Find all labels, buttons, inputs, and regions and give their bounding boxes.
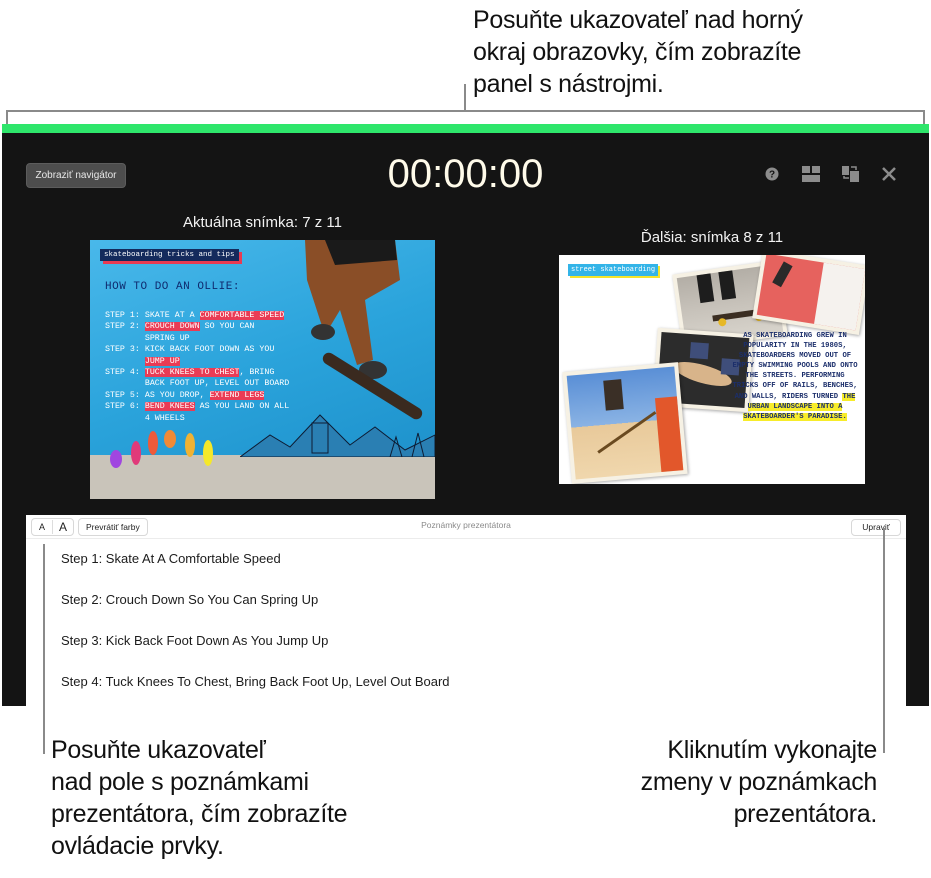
callout-line: prezentátora. [733, 800, 878, 828]
slide-step-line: STEP 5: AS YOU DROP, EXTEND LEGS [105, 390, 289, 401]
step-prefix: STEP 3: [105, 345, 145, 355]
slide-tag: street skateboarding [568, 264, 659, 276]
step-highlight: EXTEND LEGS [209, 390, 265, 400]
step-text: AS YOU LAND ON ALL [194, 402, 290, 412]
step-text: KICK BACK FOOT DOWN AS YOU [144, 345, 275, 355]
slide-step-line: STEP 2: CROUCH DOWN SO YOU CAN [105, 321, 289, 332]
presenter-display: Zobraziť navigátor 00:00:00 ? Aktuálna s… [2, 124, 929, 706]
step-prefix [105, 414, 145, 423]
slide-step-line: 4 WHEELS [105, 413, 289, 424]
current-slide-label: Aktuálna snímka: 7 z 11 [183, 214, 342, 231]
slide-steps: STEP 1: SKATE AT A COMFORTABLE SPEED STEP… [105, 310, 289, 424]
step-prefix: STEP 6: [105, 402, 145, 412]
callout-line: Kliknutím vykonajte [667, 736, 877, 764]
callout-line: prezentátora, čím zobrazíte [51, 800, 348, 828]
callout-toolbar-hint: Posuňte ukazovateľ nad horný okraj obraz… [473, 4, 913, 100]
swap-displays-icon[interactable] [840, 164, 860, 184]
step-prefix: STEP 1: [105, 311, 145, 320]
slide-step-line: STEP 1: SKATE AT A COMFORTABLE SPEED [105, 310, 289, 321]
step-highlight: TUCK KNEES TO CHEST [144, 368, 240, 378]
slide-tag: skateboarding tricks and tips [100, 249, 239, 261]
step-text: SO YOU CAN [199, 322, 255, 332]
step-highlight: BEND KNEES [144, 402, 195, 412]
slide-step-line: STEP 6: BEND KNEES AS YOU LAND ON ALL [105, 401, 289, 412]
notes-toolbar: A A Prevrátiť farby Poznámky prezentátor… [26, 515, 906, 539]
toolbar-icons: ? [762, 164, 899, 184]
note-line: Step 2: Crouch Down So You Can Spring Up [61, 592, 319, 607]
edit-notes-button[interactable]: Upraviť [851, 519, 901, 536]
slide-step-line: BACK FOOT UP, LEVEL OUT BOARD [105, 378, 289, 389]
skater-photo [305, 240, 400, 379]
callout-notes-controls-hint: Posuňte ukazovateľ nad pole s poznámkami… [51, 734, 431, 862]
callout-line: nad pole s poznámkami [51, 768, 309, 796]
step-text: BACK FOOT UP, LEVEL OUT BOARD [144, 379, 290, 389]
paragraph-text: AS SKATEBOARDING GREW IN POPULARITY IN T… [732, 332, 858, 401]
callout-leader-line [883, 528, 885, 753]
ready-status-bar [2, 124, 929, 133]
callout-line: Posuňte ukazovateľ nad horný [473, 6, 803, 34]
slide-paragraph: AS SKATEBOARDING GREW IN POPULARITY IN T… [731, 331, 859, 422]
notes-title: Poznámky prezentátora [421, 520, 511, 530]
callout-line: panel s nástrojmi. [473, 70, 664, 98]
callout-line: zmeny v poznámkach [640, 768, 878, 796]
step-text: , BRING [239, 368, 275, 378]
step-highlight: JUMP UP [144, 356, 180, 366]
callout-line: okraj obrazovky, čím zobrazíte [473, 38, 802, 66]
next-slide-label: Ďalšia: snímka 8 z 11 [640, 229, 784, 246]
step-text: 4 WHEELS [144, 413, 185, 423]
step-prefix [105, 379, 145, 388]
presenter-notes-panel[interactable]: A A Prevrátiť farby Poznámky prezentátor… [26, 515, 906, 706]
slide-step-line: SPRING UP [105, 333, 289, 344]
next-slide-preview: street skateboarding AS SKATEBOARDING GR… [559, 255, 865, 484]
note-line: Step 1: Skate At A Comfortable Speed [61, 551, 281, 566]
step-prefix: STEP 5: [105, 390, 145, 400]
callout-edit-hint: Kliknutím vykonajte zmeny v poznámkach p… [537, 734, 878, 830]
callout-line: ovládacie prvky. [51, 832, 224, 860]
step-prefix [105, 334, 145, 343]
svg-text:?: ? [769, 170, 775, 181]
step-prefix: STEP 2: [105, 322, 145, 332]
callout-bracket-right-end [923, 110, 925, 124]
skater-silhouettes [110, 430, 213, 468]
current-slide-preview: skateboarding tricks and tips HOW TO DO … [90, 240, 435, 499]
note-line: Step 4: Tuck Knees To Chest, Bring Back … [61, 674, 450, 689]
callout-bracket [6, 110, 925, 112]
layout-icon[interactable] [801, 164, 821, 184]
step-highlight: COMFORTABLE SPEED [199, 311, 285, 320]
callout-leader-line [43, 544, 45, 754]
step-text: SPRING UP [144, 333, 190, 343]
slide-step-line: JUMP UP [105, 356, 289, 367]
callout-leader-line [464, 84, 466, 112]
slide-step-line: STEP 3: KICK BACK FOOT DOWN AS YOU [105, 344, 289, 355]
slide-heading: HOW TO DO AN OLLIE: [105, 281, 240, 293]
step-prefix [105, 357, 145, 366]
step-text: SKATE AT A [144, 311, 200, 320]
notes-body[interactable]: Step 1: Skate At A Comfortable Speed Ste… [61, 551, 450, 715]
callout-line: Posuňte ukazovateľ [51, 736, 266, 764]
callout-bracket-left-end [6, 110, 8, 124]
step-prefix: STEP 4: [105, 368, 145, 378]
help-icon[interactable]: ? [762, 164, 782, 184]
photo-rail-trick [562, 362, 688, 484]
step-highlight: CROUCH DOWN [144, 322, 200, 332]
note-line: Step 3: Kick Back Foot Down As You Jump … [61, 633, 329, 648]
close-icon[interactable] [879, 164, 899, 184]
slide-step-line: STEP 4: TUCK KNEES TO CHEST, BRING [105, 367, 289, 378]
step-text: AS YOU DROP, [144, 390, 210, 400]
